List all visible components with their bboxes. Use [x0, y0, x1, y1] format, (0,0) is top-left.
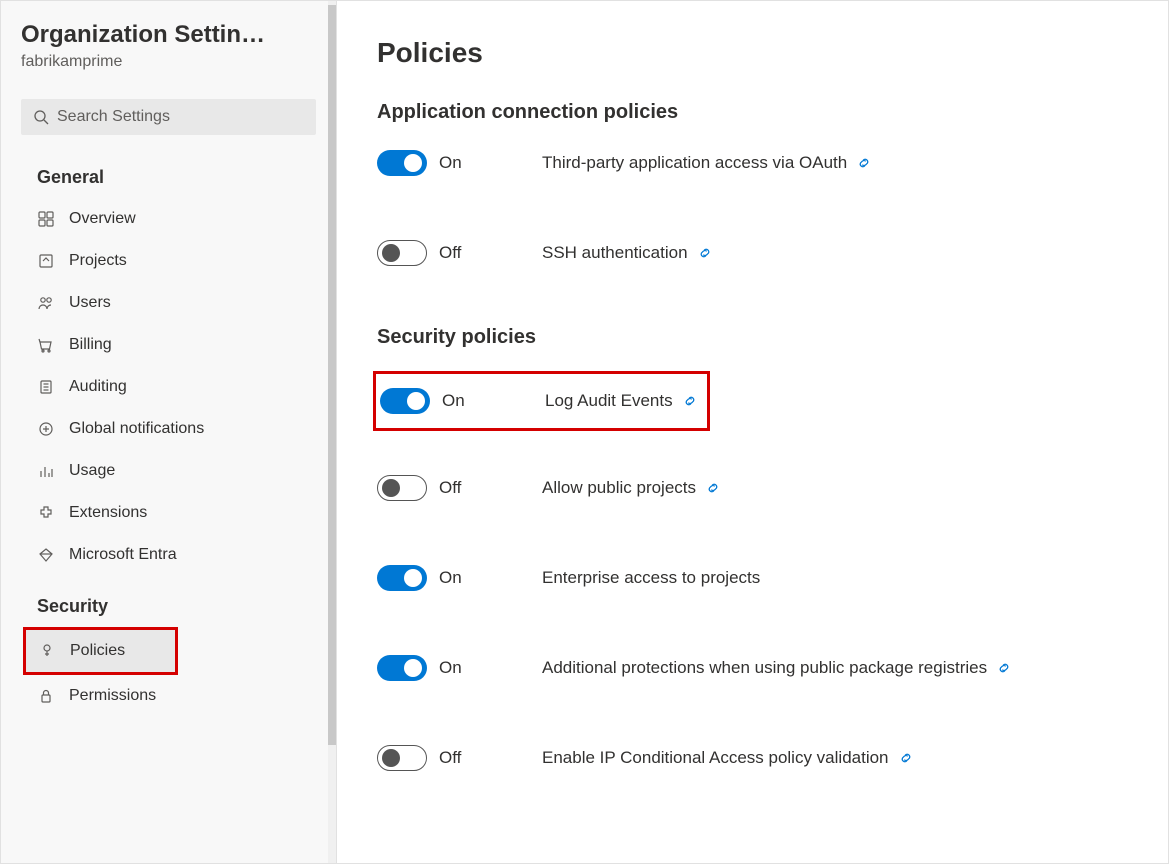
toggle-state-label: On: [439, 153, 462, 173]
sidebar-item-label: Auditing: [69, 378, 127, 396]
toggle-oauth[interactable]: [377, 150, 427, 176]
policy-name: Enterprise access to projects: [542, 568, 760, 588]
policy-row-ssh: Off SSH authentication: [377, 236, 1128, 270]
notifications-icon: [37, 420, 55, 438]
search-icon: [33, 109, 49, 125]
search-settings-box[interactable]: [21, 99, 316, 135]
link-icon[interactable]: [857, 156, 871, 170]
toggle-wrap: Off: [377, 240, 542, 266]
sidebar-item-label: Usage: [69, 462, 115, 480]
toggle-wrap: On: [377, 565, 542, 591]
sidebar-item-microsoft-entra[interactable]: Microsoft Entra: [1, 534, 336, 576]
toggle-state-label: On: [439, 568, 462, 588]
permissions-icon: [37, 687, 55, 705]
link-icon[interactable]: [706, 481, 720, 495]
sidebar-item-label: Permissions: [69, 687, 156, 705]
sidebar-item-label: Users: [69, 294, 111, 312]
policy-name: Third-party application access via OAuth: [542, 153, 871, 173]
policy-name: Additional protections when using public…: [542, 658, 1011, 678]
toggle-state-label: On: [439, 658, 462, 678]
policy-row-log-audit: On Log Audit Events: [380, 388, 697, 414]
toggle-wrap: On: [377, 655, 542, 681]
section-header-general: General: [1, 147, 336, 198]
policy-name-text: Third-party application access via OAuth: [542, 153, 847, 173]
sidebar-scrollbar[interactable]: [328, 1, 336, 863]
toggle-ip-conditional[interactable]: [377, 745, 427, 771]
policy-row-oauth: On Third-party application access via OA…: [377, 146, 1128, 180]
policy-row-public-projects: Off Allow public projects: [377, 471, 1128, 505]
policy-name: SSH authentication: [542, 243, 712, 263]
toggle-public-registries[interactable]: [377, 655, 427, 681]
policy-name-text: Additional protections when using public…: [542, 658, 987, 678]
highlight-policies: Policies: [23, 627, 178, 675]
toggle-state-label: On: [442, 391, 465, 411]
toggle-enterprise-access[interactable]: [377, 565, 427, 591]
sidebar-item-billing[interactable]: Billing: [1, 324, 336, 366]
sidebar-item-label: Global notifications: [69, 420, 204, 438]
link-icon[interactable]: [683, 394, 697, 408]
extensions-icon: [37, 504, 55, 522]
policy-name: Allow public projects: [542, 478, 720, 498]
link-icon[interactable]: [997, 661, 1011, 675]
sidebar-item-users[interactable]: Users: [1, 282, 336, 324]
sidebar-scrollthumb[interactable]: [328, 5, 336, 745]
overview-icon: [37, 210, 55, 228]
billing-icon: [37, 336, 55, 354]
toggle-public-projects[interactable]: [377, 475, 427, 501]
policy-group-title-security: Security policies: [377, 326, 1128, 349]
policy-name-text: Log Audit Events: [545, 391, 673, 411]
toggle-wrap: Off: [377, 745, 542, 771]
main-content: Policies Application connection policies…: [337, 1, 1168, 863]
sidebar-item-permissions[interactable]: Permissions: [1, 675, 336, 717]
policy-name: Enable IP Conditional Access policy vali…: [542, 748, 913, 768]
sidebar-item-extensions[interactable]: Extensions: [1, 492, 336, 534]
sidebar-subtitle: fabrikamprime: [21, 53, 316, 71]
toggle-state-label: Off: [439, 243, 461, 263]
policy-name: Log Audit Events: [545, 391, 697, 411]
sidebar-item-policies[interactable]: Policies: [26, 630, 175, 672]
link-icon[interactable]: [698, 246, 712, 260]
sidebar-item-global-notifications[interactable]: Global notifications: [1, 408, 336, 450]
auditing-icon: [37, 378, 55, 396]
users-icon: [37, 294, 55, 312]
sidebar: Organization Settin… fabrikamprime Gener…: [1, 1, 337, 863]
usage-icon: [37, 462, 55, 480]
policy-name-text: SSH authentication: [542, 243, 688, 263]
sidebar-item-label: Projects: [69, 252, 127, 270]
sidebar-item-label: Microsoft Entra: [69, 546, 177, 564]
policy-name-text: Allow public projects: [542, 478, 696, 498]
sidebar-item-label: Overview: [69, 210, 136, 228]
sidebar-item-label: Extensions: [69, 504, 147, 522]
sidebar-item-projects[interactable]: Projects: [1, 240, 336, 282]
toggle-state-label: Off: [439, 748, 461, 768]
sidebar-title: Organization Settin…: [21, 21, 316, 49]
sidebar-item-label: Policies: [70, 642, 125, 660]
toggle-wrap: On: [377, 150, 542, 176]
policy-name-text: Enterprise access to projects: [542, 568, 760, 588]
sidebar-item-label: Billing: [69, 336, 112, 354]
toggle-wrap: Off: [377, 475, 542, 501]
sidebar-header: Organization Settin… fabrikamprime: [1, 21, 336, 99]
page-title: Policies: [377, 37, 1128, 69]
search-input[interactable]: [49, 107, 304, 127]
projects-icon: [37, 252, 55, 270]
entra-icon: [37, 546, 55, 564]
toggle-ssh[interactable]: [377, 240, 427, 266]
policies-icon: [38, 642, 56, 660]
policy-row-enterprise-access: On Enterprise access to projects: [377, 561, 1128, 595]
link-icon[interactable]: [899, 751, 913, 765]
toggle-log-audit[interactable]: [380, 388, 430, 414]
sidebar-item-overview[interactable]: Overview: [1, 198, 336, 240]
toggle-wrap: On: [380, 388, 545, 414]
policy-group-title-app-connection: Application connection policies: [377, 101, 1128, 124]
policy-row-ip-conditional: Off Enable IP Conditional Access policy …: [377, 741, 1128, 775]
highlight-log-audit: On Log Audit Events: [373, 371, 710, 431]
policy-name-text: Enable IP Conditional Access policy vali…: [542, 748, 889, 768]
toggle-state-label: Off: [439, 478, 461, 498]
sidebar-item-auditing[interactable]: Auditing: [1, 366, 336, 408]
sidebar-item-usage[interactable]: Usage: [1, 450, 336, 492]
section-header-security: Security: [1, 576, 336, 627]
policy-row-public-registries: On Additional protections when using pub…: [377, 651, 1128, 685]
